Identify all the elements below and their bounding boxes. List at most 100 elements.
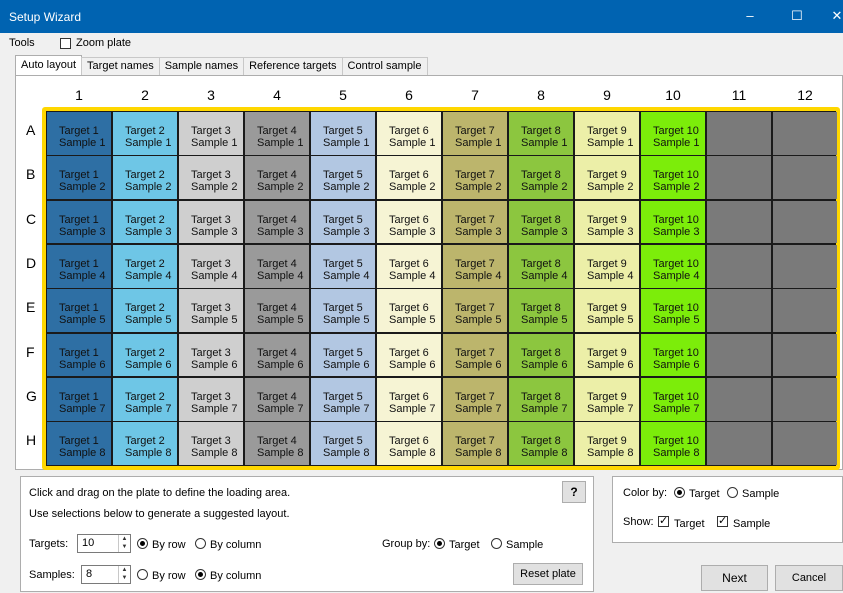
show-target-checkbox[interactable]: Target: [658, 514, 705, 530]
plate-well[interactable]: Target 2 Sample 7: [113, 377, 177, 421]
plate-well[interactable]: [707, 289, 771, 332]
row-header[interactable]: C: [26, 211, 40, 227]
radio-icon[interactable]: [491, 538, 502, 549]
targets-by-row-radio[interactable]: By row: [137, 538, 186, 551]
plate-well[interactable]: [707, 200, 771, 244]
plate-well[interactable]: Target 8 Sample 1: [509, 112, 573, 155]
column-header[interactable]: 10: [640, 87, 706, 103]
row-header[interactable]: F: [26, 344, 40, 360]
plate-well[interactable]: Target 10 Sample 1: [641, 112, 705, 155]
color-by-target-radio[interactable]: Target: [674, 487, 720, 500]
column-header[interactable]: 3: [178, 87, 244, 103]
plate-well[interactable]: Target 10 Sample 2: [641, 156, 705, 200]
plate-well[interactable]: Target 1 Sample 8: [47, 422, 111, 465]
targets-value[interactable]: 10: [78, 535, 118, 552]
plate-well[interactable]: Target 1 Sample 2: [47, 156, 111, 200]
plate-well[interactable]: Target 3 Sample 1: [179, 112, 243, 155]
plate-well[interactable]: Target 6 Sample 5: [377, 289, 441, 332]
radio-icon[interactable]: [195, 538, 206, 549]
zoom-plate-box[interactable]: [60, 37, 71, 49]
plate-well[interactable]: [707, 244, 771, 288]
targets-stepper[interactable]: 10 ▲ ▼: [77, 534, 131, 553]
plate-well[interactable]: Target 6 Sample 3: [377, 200, 441, 244]
plate-well[interactable]: [773, 333, 837, 377]
chevron-down-icon[interactable]: ▼: [119, 543, 130, 551]
plate-well[interactable]: Target 8 Sample 2: [509, 156, 573, 200]
plate-well[interactable]: Target 7 Sample 5: [443, 289, 507, 332]
plate-well[interactable]: Target 5 Sample 8: [311, 422, 375, 465]
plate-well[interactable]: Target 5 Sample 2: [311, 156, 375, 200]
tab-auto-layout[interactable]: Auto layout: [15, 55, 83, 75]
plate-well[interactable]: Target 6 Sample 7: [377, 377, 441, 421]
plate-well[interactable]: Target 7 Sample 2: [443, 156, 507, 200]
plate-well[interactable]: [773, 200, 837, 244]
plate-well[interactable]: [773, 422, 837, 465]
plate-well[interactable]: Target 2 Sample 8: [113, 422, 177, 465]
radio-icon[interactable]: [434, 538, 445, 549]
plate-well[interactable]: Target 3 Sample 3: [179, 200, 243, 244]
plate-well[interactable]: Target 9 Sample 1: [575, 112, 639, 155]
group-by-target-radio[interactable]: Target: [434, 538, 480, 551]
plate-well[interactable]: Target 8 Sample 8: [509, 422, 573, 465]
plate-well[interactable]: Target 3 Sample 4: [179, 244, 243, 288]
plate-well[interactable]: Target 10 Sample 6: [641, 333, 705, 377]
plate-well[interactable]: [773, 156, 837, 200]
plate-well[interactable]: Target 2 Sample 4: [113, 244, 177, 288]
plate-well[interactable]: Target 7 Sample 8: [443, 422, 507, 465]
checkbox-icon[interactable]: [658, 514, 669, 527]
plate-well[interactable]: Target 7 Sample 4: [443, 244, 507, 288]
column-header[interactable]: 11: [706, 87, 772, 103]
plate-well[interactable]: Target 4 Sample 8: [245, 422, 309, 465]
plate-well[interactable]: Target 1 Sample 3: [47, 200, 111, 244]
plate-well[interactable]: [707, 156, 771, 200]
plate-well[interactable]: Target 9 Sample 7: [575, 377, 639, 421]
plate-well[interactable]: [773, 112, 837, 155]
radio-icon[interactable]: [727, 487, 738, 498]
plate-well[interactable]: Target 4 Sample 3: [245, 200, 309, 244]
chevron-up-icon[interactable]: ▲: [119, 566, 130, 574]
plate-well[interactable]: Target 7 Sample 6: [443, 333, 507, 377]
plate-well[interactable]: Target 5 Sample 4: [311, 244, 375, 288]
plate-well[interactable]: Target 9 Sample 3: [575, 200, 639, 244]
row-header[interactable]: D: [26, 255, 40, 271]
column-header[interactable]: 6: [376, 87, 442, 103]
column-header[interactable]: 12: [772, 87, 838, 103]
plate-well[interactable]: Target 7 Sample 3: [443, 200, 507, 244]
row-header[interactable]: B: [26, 166, 40, 182]
plate-well[interactable]: Target 3 Sample 6: [179, 333, 243, 377]
samples-value[interactable]: 8: [82, 566, 118, 583]
radio-icon[interactable]: [137, 538, 148, 549]
plate-well[interactable]: Target 7 Sample 1: [443, 112, 507, 155]
column-header[interactable]: 7: [442, 87, 508, 103]
column-header[interactable]: 5: [310, 87, 376, 103]
plate-well[interactable]: Target 5 Sample 6: [311, 333, 375, 377]
plate-well[interactable]: Target 4 Sample 5: [245, 289, 309, 332]
samples-stepper[interactable]: 8 ▲ ▼: [81, 565, 131, 584]
plate-well[interactable]: Target 6 Sample 2: [377, 156, 441, 200]
tab-target-names[interactable]: Target names: [81, 57, 160, 75]
plate-well[interactable]: Target 10 Sample 8: [641, 422, 705, 465]
radio-icon[interactable]: [195, 569, 206, 580]
show-sample-checkbox[interactable]: Sample: [717, 514, 770, 530]
plate-well[interactable]: Target 6 Sample 8: [377, 422, 441, 465]
plate-well[interactable]: Target 5 Sample 7: [311, 377, 375, 421]
plate-well[interactable]: [773, 289, 837, 332]
checkbox-icon[interactable]: [717, 514, 728, 527]
plate-well[interactable]: Target 8 Sample 6: [509, 333, 573, 377]
plate-well[interactable]: [707, 377, 771, 421]
samples-by-column-radio[interactable]: By column: [195, 569, 261, 582]
plate-well[interactable]: [707, 422, 771, 465]
plate-well[interactable]: Target 5 Sample 5: [311, 289, 375, 332]
help-button[interactable]: ?: [562, 481, 586, 503]
row-header[interactable]: H: [26, 432, 40, 448]
tab-sample-names[interactable]: Sample names: [158, 57, 245, 75]
plate-well[interactable]: [707, 112, 771, 155]
samples-by-row-radio[interactable]: By row: [137, 569, 186, 582]
plate-well[interactable]: Target 10 Sample 7: [641, 377, 705, 421]
column-header[interactable]: 9: [574, 87, 640, 103]
plate-well[interactable]: Target 5 Sample 1: [311, 112, 375, 155]
row-header[interactable]: E: [26, 299, 40, 315]
radio-icon[interactable]: [674, 487, 685, 498]
plate-well[interactable]: Target 2 Sample 6: [113, 333, 177, 377]
row-header[interactable]: G: [26, 388, 40, 404]
